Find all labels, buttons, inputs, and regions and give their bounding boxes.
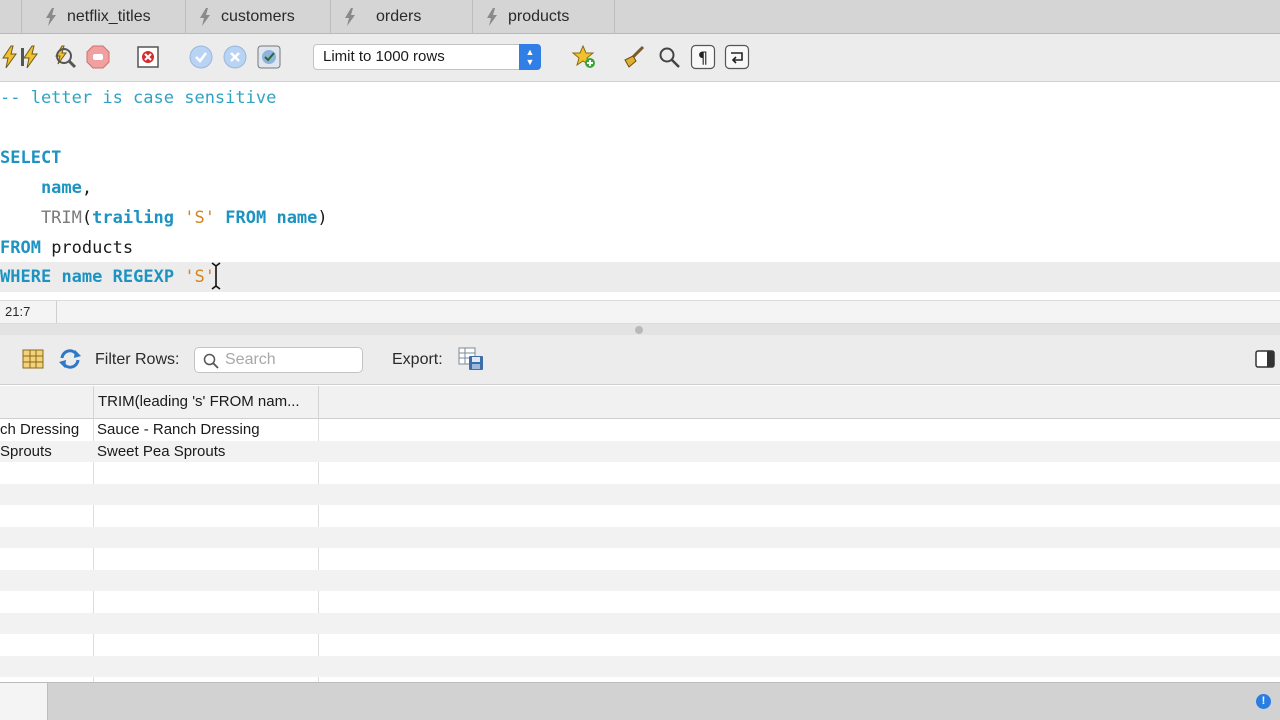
stop-on-error-icon[interactable] [136, 44, 162, 70]
code-token: FROM [225, 208, 267, 228]
tab-label: products [508, 7, 570, 25]
code-token: -- letter is case sensitive [0, 88, 277, 108]
result-grid-icon[interactable] [22, 349, 44, 374]
select-stepper-icon: ▲ ▼ [519, 44, 541, 70]
code-token: TRIM [0, 208, 82, 228]
table-row[interactable]: Sprouts Sweet Pea Sprouts [0, 440, 1280, 462]
column-header[interactable] [0, 386, 94, 419]
empty-row [0, 634, 1280, 656]
empty-row [0, 505, 1280, 527]
code-line: SELECT [0, 143, 1280, 173]
tab-label: customers [221, 7, 295, 25]
empty-row [0, 655, 1280, 677]
code-line: TRIM(trailing 'S' FROM name) [0, 203, 1280, 233]
code-token: ( [81, 208, 93, 228]
find-icon[interactable] [656, 44, 682, 70]
code-line: -- letter is case sensitive [0, 83, 1280, 113]
code-token: FROM [0, 238, 41, 258]
bolt-icon [345, 7, 355, 26]
result-grid[interactable]: TRIM(leading 's' FROM nam... ch Dressing… [0, 386, 1280, 682]
limit-rows-select[interactable]: Limit to 1000 rows ▲ ▼ [313, 44, 541, 70]
code-line-current: WHERE name REGEXP 'S' [0, 262, 1280, 292]
table-cell[interactable]: ch Dressing [0, 419, 92, 440]
filter-search-box[interactable] [194, 347, 363, 373]
code-line: name, [0, 173, 1280, 203]
filter-rows-label: Filter Rows: [95, 351, 180, 368]
invisible-chars-icon[interactable]: ¶ [690, 44, 716, 70]
code-token: trailing [92, 208, 175, 228]
tab-orders[interactable]: orders [331, 0, 473, 33]
empty-row [0, 462, 1280, 484]
result-toolbar: Filter Rows: Export: [0, 335, 1280, 385]
code-token: name [61, 267, 103, 287]
export-icon[interactable] [458, 347, 484, 376]
wrap-lines-icon[interactable] [724, 44, 750, 70]
tab-label: netflix_titles [67, 7, 151, 25]
grid-header: TRIM(leading 's' FROM nam... [0, 386, 1280, 419]
svg-text:¶: ¶ [698, 48, 708, 67]
sql-editor-toolbar: ¶ [0, 34, 1280, 82]
code-token: SELECT [0, 148, 62, 168]
beautify-icon[interactable] [621, 44, 647, 70]
tab-netflix-titles[interactable]: netflix_titles [22, 0, 186, 33]
pane-splitter[interactable] [0, 324, 1280, 335]
search-input[interactable] [225, 350, 355, 370]
text-cursor-icon [211, 262, 221, 290]
column-header[interactable]: TRIM(leading 's' FROM nam... [94, 386, 319, 419]
code-token: name [0, 178, 82, 198]
add-snippet-icon[interactable] [571, 44, 597, 70]
code-token: REGEXP [112, 267, 175, 287]
tab-label: orders [376, 7, 422, 25]
code-token: name [276, 208, 318, 228]
empty-row [0, 569, 1280, 591]
search-icon [203, 353, 219, 369]
empty-row [0, 483, 1280, 505]
bottom-status-bar: ! [0, 682, 1280, 720]
table-cell[interactable]: Sweet Pea Sprouts [97, 441, 317, 462]
autocommit-icon[interactable] [256, 44, 282, 70]
commit-icon[interactable] [188, 44, 214, 70]
rollback-icon[interactable] [222, 44, 248, 70]
table-cell[interactable]: Sprouts [0, 441, 92, 462]
code-token: 'S' [184, 208, 215, 228]
export-label: Export: [392, 351, 443, 368]
empty-row [0, 612, 1280, 634]
bottom-left-tab[interactable] [0, 683, 48, 720]
limit-rows-value: Limit to 1000 rows [323, 48, 445, 65]
bolt-icon [200, 7, 210, 26]
toggle-side-panel-icon[interactable] [1255, 350, 1275, 373]
stop-icon[interactable] [85, 44, 111, 70]
bolt-icon [487, 7, 497, 26]
table-row[interactable]: ch Dressing Sauce - Ranch Dressing [0, 419, 1280, 441]
tab-edge [0, 0, 22, 33]
code-line: FROM products [0, 233, 1280, 263]
explain-icon[interactable] [51, 44, 77, 70]
code-token: WHERE [0, 267, 52, 287]
tab-customers[interactable]: customers [186, 0, 331, 33]
code-token: ) [317, 208, 328, 228]
code-token: products [40, 238, 134, 258]
sql-editor[interactable]: -- letter is case sensitive SELECT name,… [0, 83, 1280, 299]
empty-row [0, 526, 1280, 548]
code-token: , [81, 178, 93, 198]
tab-products[interactable]: products [473, 0, 615, 33]
info-icon[interactable]: ! [1256, 694, 1271, 709]
execute-current-icon[interactable] [17, 44, 43, 70]
refresh-icon[interactable] [58, 348, 82, 375]
query-tab-bar: netflix_titles customers orders products [0, 0, 1280, 34]
editor-status-bar: 21:7 [0, 300, 1280, 324]
empty-row [0, 548, 1280, 570]
bolt-icon [46, 7, 56, 26]
cursor-position: 21:7 [0, 301, 57, 323]
table-cell[interactable]: Sauce - Ranch Dressing [97, 419, 317, 440]
splitter-handle[interactable] [635, 326, 643, 334]
empty-row [0, 591, 1280, 613]
